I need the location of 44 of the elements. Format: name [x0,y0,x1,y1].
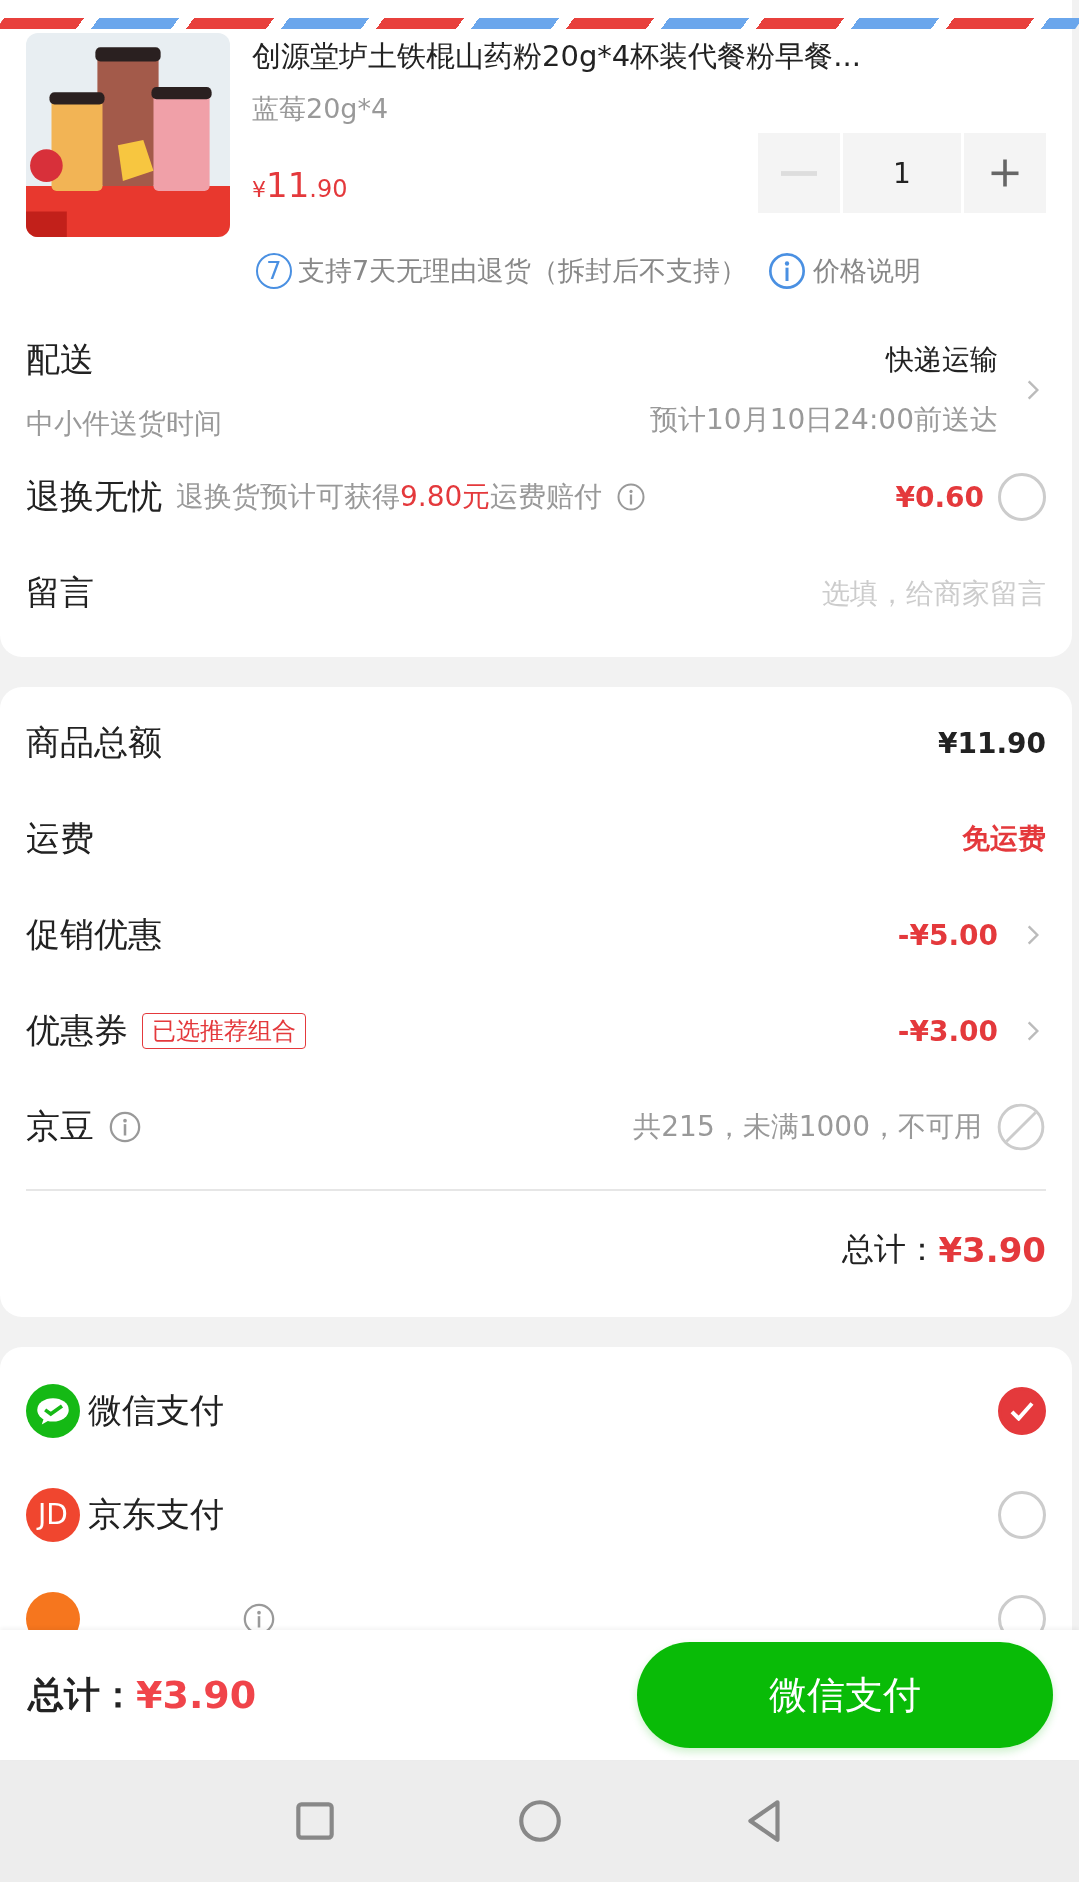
radio-button[interactable] [998,1386,1046,1435]
total-amount: ¥3.90 [136,1673,257,1717]
summary-value: -¥5.00 [897,918,998,952]
unavailable-icon [996,1102,1046,1152]
increase-button[interactable] [964,133,1046,213]
delivery-eta: 预计10月10日24:00前送达 [650,402,998,438]
delivery-sublabel: 中小件送货时间 [26,406,222,442]
summary-value: ¥11.90 [937,726,1046,760]
product-spec: 蓝莓20g*4 [252,92,390,126]
jd-logo-icon: JD [26,1487,80,1542]
summary-value: -¥3.00 [897,1014,998,1048]
quantity-field[interactable]: 1 [843,133,961,213]
summary-value: 共215，未满1000，不可用 [633,1109,982,1145]
chat-bubble-icon [26,1383,80,1438]
summary-label: 促销优惠 [26,913,162,956]
coupon-tag: 已选推荐组合 [142,1013,306,1049]
info-icon [767,251,808,291]
check-icon [1010,1400,1034,1421]
payment-label: 微信支付 [88,1388,224,1432]
insurance-description: 退换货预计可获得9.80元运费赔付 [176,479,603,515]
message-label: 留言 [26,571,94,614]
return-days-badge: 7 [256,253,292,289]
delivery-label: 配送 [26,338,95,381]
total-label: 总计： [28,1672,136,1717]
product-price: ¥11.90 [252,165,348,205]
summary-label: 京豆 [26,1105,94,1148]
friend-pay-icon [26,1591,80,1630]
radio-button[interactable] [998,473,1046,521]
pay-button[interactable]: 微信支付 [637,1642,1053,1748]
price-note-link[interactable]: 价格说明 [813,253,922,289]
insurance-price: ¥0.60 [895,480,984,514]
summary-label: 优惠券 [26,1009,128,1052]
return-policy: 支持7天无理由退货（拆封后不支持） [298,254,748,288]
info-icon [616,482,647,512]
summary-value: 免运费 [962,821,1046,857]
radio-button[interactable] [998,1490,1046,1539]
payment-label: 京东支付 [88,1492,224,1536]
summary-label: 运费 [26,817,94,860]
product-title: 创源堂垆土铁棍山药粉20g*4杯装代餐粉早餐... [252,38,862,75]
delivery-method: 快递运输 [886,342,998,378]
insurance-label: 退换无忧 [26,475,162,518]
summary-label: 商品总额 [26,721,162,764]
total-label: 总计： [842,1228,939,1270]
total-amount: ¥3.90 [938,1229,1046,1270]
